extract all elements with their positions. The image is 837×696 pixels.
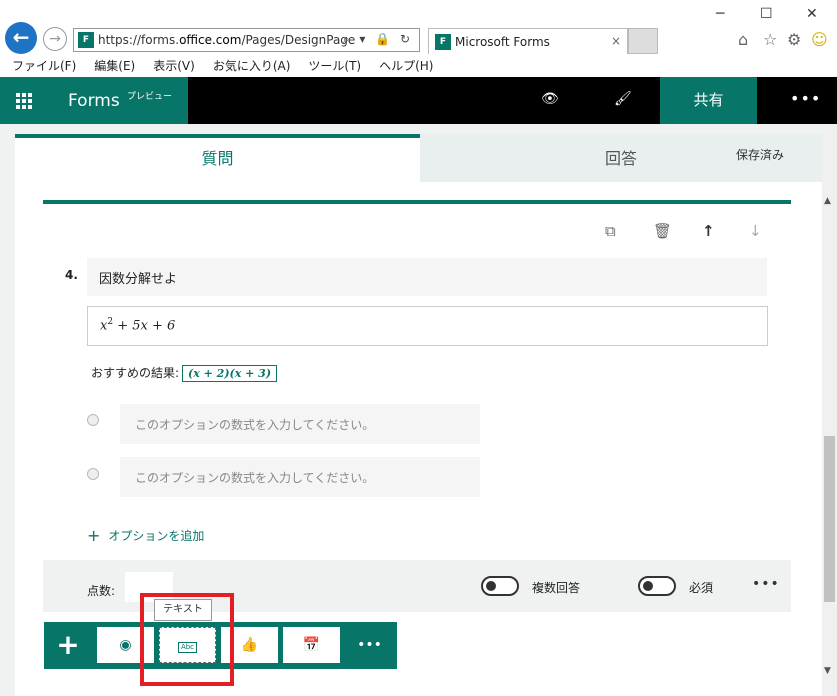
- required-toggle[interactable]: [638, 576, 676, 596]
- option-radio[interactable]: [87, 468, 99, 480]
- app-launcher-icon[interactable]: [16, 93, 32, 109]
- back-arrow-icon[interactable]: ←: [5, 22, 37, 54]
- address-bar-icons[interactable]: ⌕ ▾ 🔒 ↻: [343, 32, 413, 47]
- add-option-button[interactable]: + オプションを追加: [87, 526, 204, 545]
- move-up-icon[interactable]: ↑: [702, 222, 715, 240]
- app-title: Forms: [68, 91, 120, 111]
- move-down-icon[interactable]: ↓: [749, 222, 762, 240]
- plus-icon: +: [87, 526, 101, 545]
- url-text[interactable]: https://forms.office.com/Pages/DesignPag…: [98, 33, 356, 47]
- tab-close-icon[interactable]: ×: [611, 34, 621, 48]
- question-more-icon[interactable]: •••: [752, 576, 780, 592]
- question-title-input[interactable]: 因数分解せよ: [87, 258, 767, 296]
- close-window-icon[interactable]: ✕: [806, 6, 818, 22]
- score-label: 点数:: [87, 584, 116, 598]
- menu-tools[interactable]: ツール(T): [308, 56, 361, 76]
- date-calendar-icon[interactable]: 📅: [283, 627, 340, 663]
- browser-tab[interactable]: F Microsoft Forms ×: [428, 28, 628, 54]
- preview-badge: プレビュー: [127, 92, 173, 102]
- menu-bar: ファイル(F) 編集(E) 表示(V) お気に入り(A) ツール(T) ヘルプ(H): [0, 56, 837, 76]
- more-options-icon[interactable]: •••: [790, 89, 821, 108]
- option-radio[interactable]: [87, 414, 99, 426]
- required-label: 必須: [689, 581, 714, 595]
- scroll-thumb[interactable]: [824, 436, 835, 602]
- recommended-result-value[interactable]: (x + 2)(x + 3): [182, 365, 278, 382]
- multiple-answers-toggle[interactable]: [481, 576, 519, 596]
- form-designer: 質問 回答 保存済み ⧉ 🗑 ↑ ↓ 4. 因数分解せよ x2 + 5x + 6…: [0, 124, 822, 696]
- minimize-icon[interactable]: ─: [716, 6, 724, 22]
- add-question-plus-icon[interactable]: +: [44, 622, 92, 669]
- menu-edit[interactable]: 編集(E): [94, 56, 135, 76]
- copy-icon[interactable]: ⧉: [605, 222, 616, 240]
- address-bar[interactable]: F https://forms.office.com/Pages/DesignP…: [73, 28, 420, 52]
- settings-gear-icon[interactable]: ⚙: [787, 30, 801, 49]
- designer-tabs: 質問 回答 保存済み: [15, 134, 822, 182]
- tab-title: Microsoft Forms: [455, 35, 550, 49]
- home-icon[interactable]: ⌂: [738, 30, 748, 49]
- preview-eye-icon[interactable]: 👁: [541, 91, 559, 107]
- app-brand: Forms プレビュー: [0, 77, 188, 124]
- menu-file[interactable]: ファイル(F): [12, 56, 76, 76]
- tab-favicon-icon: F: [435, 34, 451, 50]
- multiple-answers-label: 複数回答: [532, 581, 581, 595]
- menu-view[interactable]: 表示(V): [153, 56, 195, 76]
- saved-status: 保存済み: [736, 148, 785, 162]
- share-button[interactable]: 共有: [660, 77, 757, 124]
- question-number: 4.: [65, 268, 78, 282]
- favorites-star-icon[interactable]: ☆: [763, 30, 777, 49]
- tab-questions[interactable]: 質問: [15, 134, 420, 182]
- question-card[interactable]: ⧉ 🗑 ↑ ↓ 4. 因数分解せよ x2 + 5x + 6 おすすめの結果: (x…: [43, 200, 791, 610]
- smiley-icon[interactable]: ☺: [811, 30, 828, 49]
- option-input[interactable]: このオプションの数式を入力してください。: [120, 457, 480, 497]
- red-highlight-box: [140, 593, 234, 686]
- new-tab-button[interactable]: [628, 28, 658, 54]
- more-question-types-icon[interactable]: •••: [341, 627, 398, 663]
- maximize-icon[interactable]: ☐: [760, 6, 773, 22]
- math-expression-input[interactable]: x2 + 5x + 6: [87, 306, 768, 346]
- recommended-result: おすすめの結果: (x + 2)(x + 3): [91, 364, 278, 382]
- option-input[interactable]: このオプションの数式を入力してください。: [120, 404, 480, 444]
- delete-icon[interactable]: 🗑: [653, 222, 672, 240]
- forms-favicon-icon: F: [78, 32, 94, 48]
- forward-arrow-icon[interactable]: →: [43, 27, 67, 51]
- menu-help[interactable]: ヘルプ(H): [379, 56, 433, 76]
- forms-app-bar: Forms プレビュー 👁 🖌 共有 •••: [0, 77, 837, 124]
- theme-paintbrush-icon[interactable]: 🖌: [614, 91, 632, 107]
- vertical-scrollbar[interactable]: ▲ ▼: [822, 124, 837, 696]
- scroll-up-icon[interactable]: ▲: [824, 196, 831, 206]
- scroll-down-icon[interactable]: ▼: [824, 666, 831, 676]
- browser-chrome: ← → F https://forms.office.com/Pages/Des…: [0, 0, 837, 76]
- menu-favorites[interactable]: お気に入り(A): [213, 56, 291, 76]
